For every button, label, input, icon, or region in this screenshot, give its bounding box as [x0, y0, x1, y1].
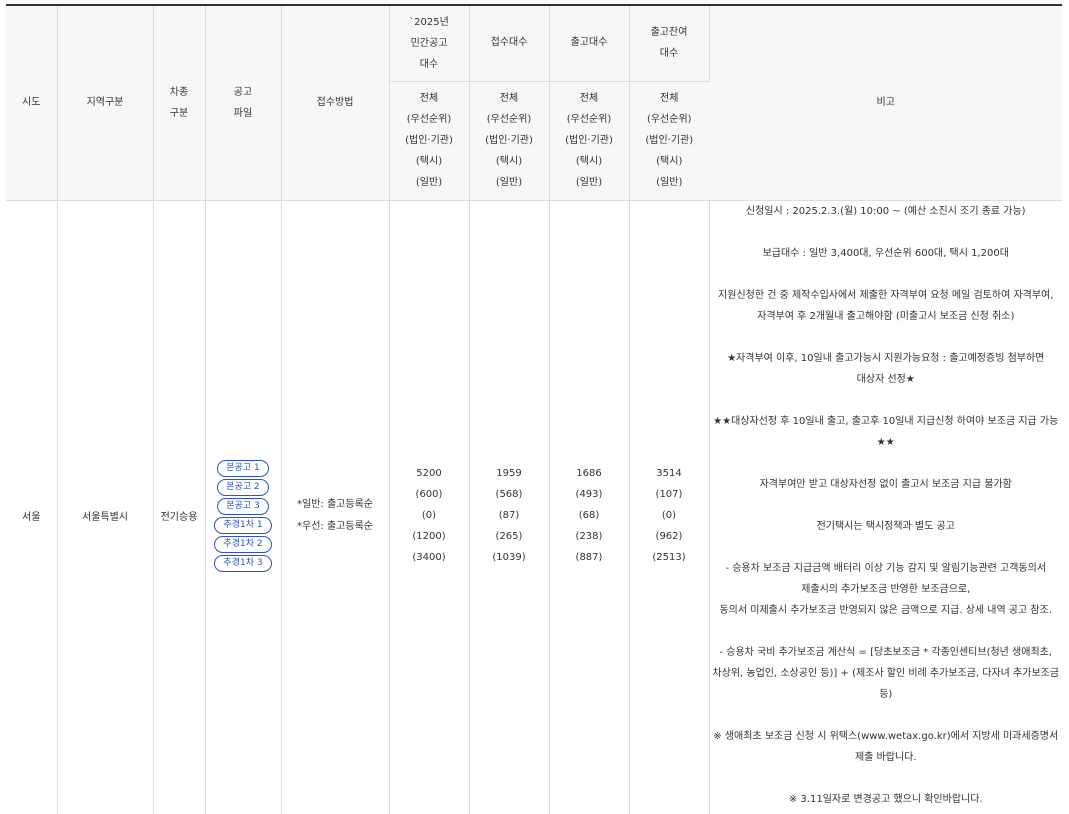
remark-star-1: ★자격부여 이후, 10일내 출고가능시 지원가능요청 : 출고예정증빙 첨부하… [727, 352, 1045, 385]
header-released: 출고대수 [549, 4, 630, 82]
header-method: 접수방법 [281, 4, 390, 201]
table-row: 서울 서울특별시 전기승용 본공고 1 본공고 2 본공고 3 추경1차 1 추… [6, 200, 1062, 814]
remark-battery-consent: - 승용차 보조금 지급금액 배터리 이상 기능 감지 및 알림기능관련 고객동… [719, 562, 1053, 616]
cell-vehicle-type: 전기승용 [153, 200, 206, 814]
cell-released: 1686 (493) (68) (238) (887) [549, 200, 630, 814]
cell-remaining: 3514 (107) (0) (962) (2513) [629, 200, 710, 814]
notice-file-button-supp-3[interactable]: 추경1차 3 [214, 554, 272, 572]
header-sido: 시도 [6, 4, 58, 201]
subheader-received: 전체 (우선순위) (법인·기관) (택시) (일반) [469, 81, 550, 201]
header-region: 지역구분 [57, 4, 154, 201]
notice-file-buttons: 본공고 1 본공고 2 본공고 3 추경1차 1 추경1차 2 추경1차 3 [214, 459, 272, 572]
cell-received: 1959 (568) (87) (265) (1039) [469, 200, 550, 814]
notice-file-button-main-3[interactable]: 본공고 3 [217, 497, 269, 515]
notice-file-button-main-2[interactable]: 본공고 2 [217, 478, 269, 496]
remark-formula: - 승용차 국비 추가보조금 계산식 = [당초보조금 * 각종인센티브(청년 … [712, 646, 1060, 700]
cell-method: *일반: 출고등록순 *우선: 출고등록순 [281, 200, 390, 814]
cell-region: 서울특별시 [57, 200, 154, 814]
remark-taxi: 전기택시는 택시정책과 별도 공고 [816, 520, 955, 532]
header-remaining: 출고잔여 대수 [629, 4, 710, 82]
subsidy-status-page: 시도 지역구분 차종 구분 공고 파일 접수방법 `2025년 민간공고 대수 … [0, 0, 1069, 814]
remark-change-notice: ※ 3.11일자로 변경공고 했으니 확인바랍니다. [788, 793, 983, 805]
header-received: 접수대수 [469, 4, 550, 82]
cell-notice-files: 본공고 1 본공고 2 본공고 3 추경1차 1 추경1차 2 추경1차 3 [205, 200, 282, 814]
cell-remark: 신청일시 : 2025.2.3.(월) 10:00 ~ (예산 소진시 조기 종… [709, 200, 1062, 814]
method-general: *일반: 출고등록순 [297, 498, 373, 510]
subsidy-status-table: 시도 지역구분 차종 구분 공고 파일 접수방법 `2025년 민간공고 대수 … [6, 4, 1062, 814]
header-remark: 비고 [709, 4, 1062, 201]
subheader-released: 전체 (우선순위) (법인·기관) (택시) (일반) [549, 81, 630, 201]
notice-file-button-supp-2[interactable]: 추경1차 2 [214, 535, 272, 553]
notice-file-button-supp-1[interactable]: 추경1차 1 [214, 516, 272, 534]
subheader-notice-count: 전체 (우선순위) (법인·기관) (택시) (일반) [389, 81, 470, 201]
remark-qualification: 지원신청한 건 중 제작수입사에서 제출한 자격부여 요청 메일 검토하여 자격… [718, 289, 1054, 322]
remark-application-date: 신청일시 : 2025.2.3.(월) 10:00 ~ (예산 소진시 조기 종… [745, 205, 1026, 217]
remark-no-subsidy: 자격부여만 받고 대상자선정 없이 출고시 보조금 지급 불가함 [759, 478, 1012, 490]
table-header-row: 시도 지역구분 차종 구분 공고 파일 접수방법 `2025년 민간공고 대수 … [6, 4, 1062, 201]
header-notice-file: 공고 파일 [205, 4, 282, 201]
remark-supply-count: 보급대수 : 일반 3,400대, 우선순위 600대, 택시 1,200대 [762, 247, 1009, 259]
header-vehicle-type: 차종 구분 [153, 4, 206, 201]
remark-star-2: ★★대상자선정 후 10일내 출고, 출고후 10일내 지급신청 하여야 보조금… [713, 415, 1059, 448]
cell-notice-count: 5200 (600) (0) (1200) (3400) [389, 200, 470, 814]
subheader-remaining: 전체 (우선순위) (법인·기관) (택시) (일반) [629, 81, 709, 201]
remark-first-time: ※ 생애최초 보조금 신청 시 위택스(www.wetax.go.kr)에서 지… [713, 730, 1059, 763]
notice-file-button-main-1[interactable]: 본공고 1 [217, 459, 269, 477]
cell-sido: 서울 [6, 200, 58, 814]
method-priority: *우선: 출고등록순 [297, 520, 373, 532]
header-notice-count: `2025년 민간공고 대수 [389, 4, 470, 82]
